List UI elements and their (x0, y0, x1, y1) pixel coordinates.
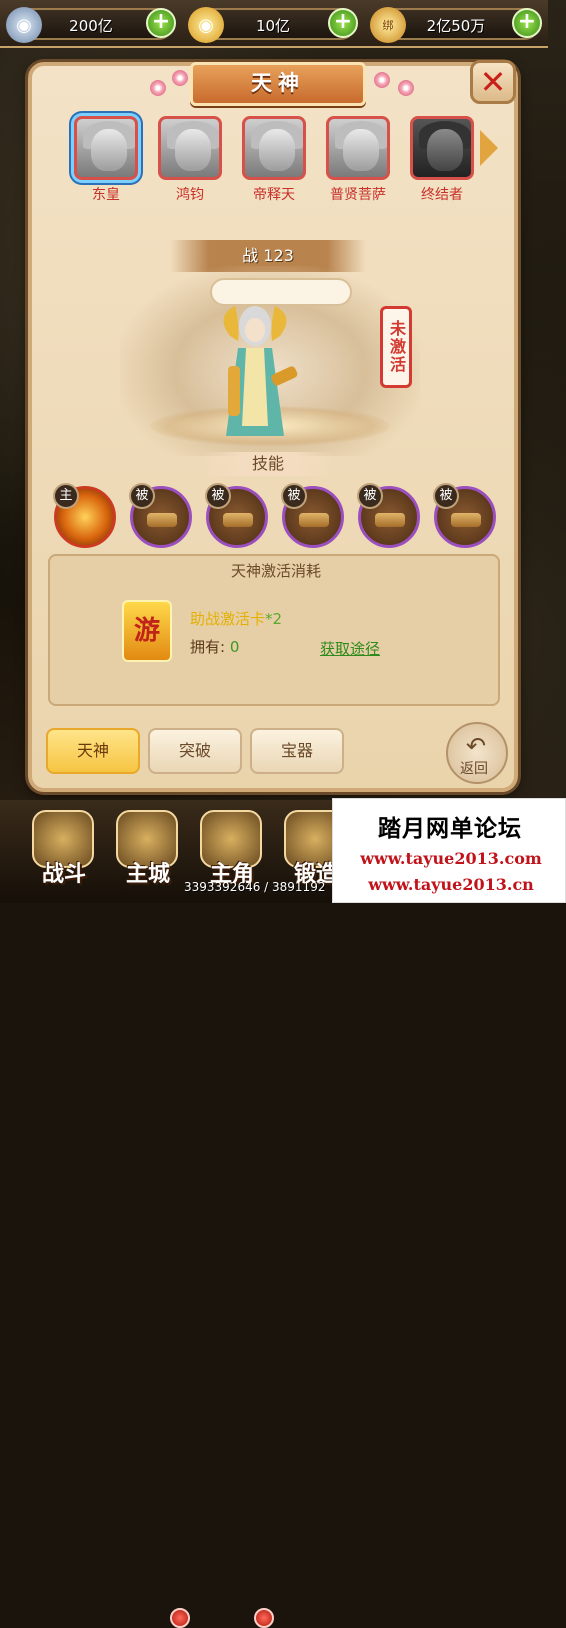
lock-icon (451, 513, 481, 527)
skill-type-badge: 被 (205, 483, 231, 509)
watermark-title: 踏月网单论坛 (378, 816, 522, 842)
watermark-url: www.tayue2013.com (360, 849, 542, 868)
skill-type-badge: 被 (433, 483, 459, 509)
deity-figure (223, 306, 298, 436)
gold-ingot-icon: ◉ (188, 7, 224, 43)
nav-label: 战斗 (41, 862, 86, 887)
skill-type-badge: 主 (53, 483, 79, 509)
hero-name: 东皇 (92, 187, 120, 203)
hero-item[interactable]: 普贤菩萨 (326, 116, 390, 204)
hero-portrait (410, 116, 474, 180)
forum-watermark: 踏月网单论坛 www.tayue2013.com www.tayue2013.c… (332, 798, 566, 903)
acquire-link[interactable]: 获取途径 (320, 638, 380, 659)
skills-label: 技能 (202, 452, 334, 476)
hero-name: 鸿钧 (176, 187, 204, 203)
add-bound-gold-button[interactable]: + (512, 8, 542, 38)
lock-icon (375, 513, 405, 527)
hero-item[interactable]: 帝释天 (242, 116, 306, 204)
hero-list: 东皇 鸿钧 帝释天 普贤菩萨 终结者 (74, 116, 514, 212)
add-silver-button[interactable]: + (146, 8, 176, 38)
hero-portrait (74, 116, 138, 180)
bound-gold-icon: 绑 (370, 7, 406, 43)
activation-status-badge: 未激活 (380, 306, 412, 388)
gold-value: 10亿 (255, 17, 291, 35)
hero-name: 普贤菩萨 (330, 187, 386, 203)
skill-type-badge: 被 (281, 483, 307, 509)
watermark-url: www.tayue2013.cn (368, 875, 534, 894)
bound-gold-currency: 绑 2亿50万 + (370, 7, 542, 43)
hero-portrait (326, 116, 390, 180)
cost-item-count: *2 (265, 610, 283, 628)
passive-skill-slot[interactable]: 被 (205, 483, 268, 548)
nav-battle[interactable]: 战斗 (24, 810, 104, 892)
passive-skill-slot[interactable]: 被 (129, 483, 192, 548)
back-label: 返回 (460, 761, 488, 777)
hero-name: 终结者 (421, 187, 463, 203)
coordinate-readout: 3393392646 / 3891192 (184, 880, 326, 894)
cost-title: 天神激活消耗 (230, 562, 321, 580)
tab-treasure[interactable]: 宝器 (250, 728, 344, 774)
active-skill-slot[interactable]: 主 (53, 483, 116, 548)
hero-portrait (242, 116, 306, 180)
power-value: 123 (263, 246, 294, 265)
bound-gold-value: 2亿50万 (426, 17, 486, 35)
deity-panel: 天神 ✕ 东皇 鸿钧 帝释天 普贤菩萨 终结者 战 123 未激活 技能 主 被… (28, 60, 518, 792)
cherry-blossom-icon (172, 70, 188, 86)
hero-name: 帝释天 (253, 187, 295, 203)
owned-label: 拥有: (190, 638, 226, 656)
cost-item-name: 助战激活卡 (190, 610, 266, 628)
silver-value: 200亿 (69, 17, 113, 35)
lock-icon (223, 513, 253, 527)
owned-value: 0 (229, 638, 240, 656)
activation-cost-box: 天神激活消耗 游 助战激活卡*2 拥有: 0 获取途径 (48, 554, 500, 706)
hero-portrait (158, 116, 222, 180)
cherry-blossom-icon (398, 80, 414, 96)
gold-currency: ◉ 10亿 + (188, 7, 358, 43)
hero-item[interactable]: 鸿钧 (158, 116, 222, 204)
owned-count: 拥有: 0 (190, 636, 239, 657)
hero-item[interactable]: 终结者 (410, 116, 474, 204)
silver-ingot-icon: ◉ (6, 7, 42, 43)
hero-item[interactable]: 东皇 (74, 116, 138, 204)
cherry-blossom-icon (150, 80, 166, 96)
back-arrow-icon: ↶ (466, 732, 487, 760)
nav-city[interactable]: 主城 (108, 810, 188, 892)
skill-type-badge: 被 (357, 483, 383, 509)
close-button[interactable]: ✕ (470, 60, 516, 104)
notification-dot (254, 1608, 274, 1628)
cherry-blossom-icon (374, 72, 390, 88)
tab-deity[interactable]: 天神 (46, 728, 140, 774)
add-gold-button[interactable]: + (328, 8, 358, 38)
nav-label: 主城 (125, 862, 170, 887)
skill-list: 主 被 被 被 被 被 (53, 483, 504, 552)
tab-breakthrough[interactable]: 突破 (148, 728, 242, 774)
passive-skill-slot[interactable]: 被 (357, 483, 420, 548)
power-label: 战 (242, 246, 259, 265)
passive-skill-slot[interactable]: 被 (433, 483, 496, 548)
panel-title: 天神 (190, 62, 366, 106)
close-icon: ✕ (479, 63, 507, 101)
notification-dot (170, 1608, 190, 1628)
activation-card-icon[interactable]: 游 (122, 600, 172, 662)
passive-skill-slot[interactable]: 被 (281, 483, 344, 548)
silver-currency: ◉ 200亿 + (6, 7, 176, 43)
lock-icon (299, 513, 329, 527)
cost-item: 助战激活卡*2 (190, 608, 282, 629)
skill-type-badge: 被 (129, 483, 155, 509)
back-button[interactable]: ↶ 返回 (446, 722, 508, 784)
lock-icon (147, 513, 177, 527)
currency-bar: ◉ 200亿 + ◉ 10亿 + 绑 2亿50万 + (0, 0, 548, 48)
